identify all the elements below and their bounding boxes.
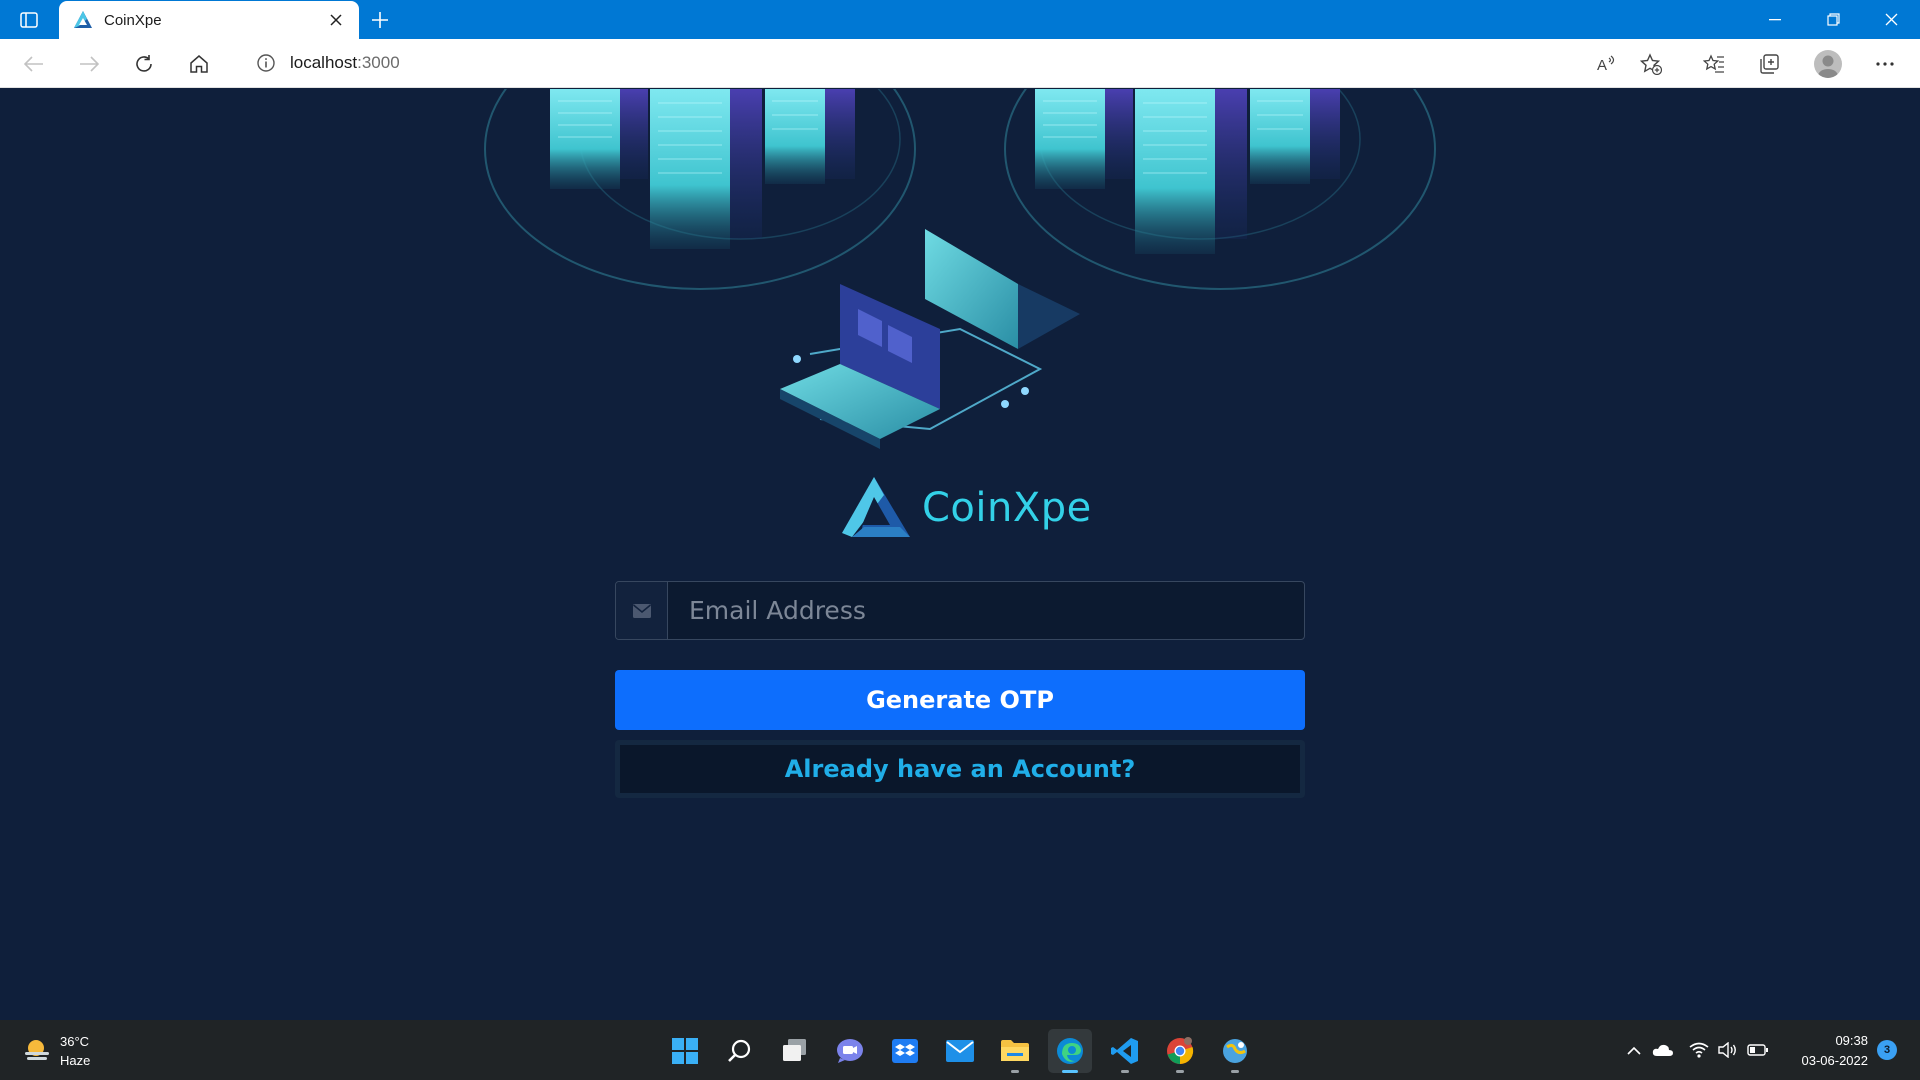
url-text: localhost:3000: [290, 53, 400, 72]
forward-arrow-icon[interactable]: [72, 47, 106, 81]
running-indicator: [1121, 1070, 1129, 1073]
address-bar[interactable]: localhost:3000: [238, 44, 1664, 82]
chevron-up-icon[interactable]: [1622, 1038, 1646, 1062]
tab-actions-icon[interactable]: [14, 8, 44, 32]
brand-name: CoinXpe: [922, 485, 1092, 531]
minimize-icon[interactable]: [1746, 0, 1804, 39]
start-icon[interactable]: [663, 1029, 707, 1073]
clock-date: 03-06-2022: [1801, 1053, 1869, 1068]
file-explorer-icon[interactable]: [993, 1029, 1037, 1073]
chrome-icon[interactable]: [1158, 1029, 1202, 1073]
coinxpe-favicon-icon: [74, 11, 92, 28]
hero-illustration: [484, 89, 1436, 449]
email-field-group: [615, 581, 1305, 640]
active-indicator: [1062, 1070, 1078, 1073]
task-view-icon[interactable]: [773, 1029, 817, 1073]
volume-icon[interactable]: [1716, 1038, 1740, 1062]
tab-title: CoinXpe: [104, 11, 162, 29]
svg-text:A: A: [1597, 57, 1607, 74]
haze-weather-icon: [25, 1040, 49, 1060]
read-aloud-icon[interactable]: A: [1590, 47, 1624, 81]
weather-temperature: 36°C: [60, 1034, 90, 1049]
site-info-icon[interactable]: [256, 53, 276, 73]
browser-toolbar: localhost:3000 A: [0, 39, 1920, 88]
refresh-icon[interactable]: [127, 47, 161, 81]
weather-widget[interactable]: 36°C Haze: [22, 1032, 90, 1070]
windows-taskbar: 36°C Haze 09:38 03-06-2022 3: [0, 1020, 1920, 1080]
wifi-icon[interactable]: [1687, 1038, 1711, 1062]
email-input[interactable]: [668, 582, 1304, 639]
battery-icon[interactable]: [1746, 1038, 1770, 1062]
dropbox-icon[interactable]: [883, 1029, 927, 1073]
notification-badge[interactable]: 3: [1877, 1040, 1897, 1060]
new-tab-button[interactable]: [366, 7, 394, 33]
profile-avatar[interactable]: [1814, 50, 1842, 78]
mail-icon[interactable]: [938, 1029, 982, 1073]
running-indicator: [1231, 1070, 1239, 1073]
app-icon[interactable]: [1213, 1029, 1257, 1073]
clock-time: 09:38: [1835, 1033, 1868, 1048]
already-have-account-button[interactable]: Already have an Account?: [615, 740, 1305, 798]
running-indicator: [1176, 1070, 1184, 1073]
close-tab-icon[interactable]: [325, 9, 347, 31]
edge-icon[interactable]: [1048, 1029, 1092, 1073]
search-icon[interactable]: [718, 1029, 762, 1073]
teams-chat-icon[interactable]: [828, 1029, 872, 1073]
coinxpe-logo-icon: [842, 477, 910, 537]
running-indicator: [1011, 1070, 1019, 1073]
envelope-icon: [616, 582, 668, 639]
browser-tab[interactable]: CoinXpe: [59, 1, 359, 39]
home-icon[interactable]: [182, 47, 216, 81]
page-content: CoinXpe Generate OTP Already have an Acc…: [0, 89, 1920, 1020]
add-favorite-icon[interactable]: [1634, 47, 1668, 81]
browser-tab-strip: CoinXpe: [0, 0, 1920, 39]
close-window-icon[interactable]: [1862, 0, 1920, 39]
generate-otp-button[interactable]: Generate OTP: [615, 670, 1305, 730]
onedrive-icon[interactable]: [1651, 1038, 1675, 1062]
brand-lockup: CoinXpe: [840, 473, 1092, 543]
favorites-icon[interactable]: [1697, 47, 1731, 81]
back-arrow-icon[interactable]: [17, 47, 51, 81]
collections-icon[interactable]: [1752, 47, 1786, 81]
system-clock[interactable]: 09:38 03-06-2022: [1780, 1031, 1869, 1071]
restore-icon[interactable]: [1804, 0, 1862, 39]
weather-condition: Haze: [60, 1053, 91, 1068]
more-options-icon[interactable]: [1868, 47, 1902, 81]
vscode-icon[interactable]: [1103, 1029, 1147, 1073]
